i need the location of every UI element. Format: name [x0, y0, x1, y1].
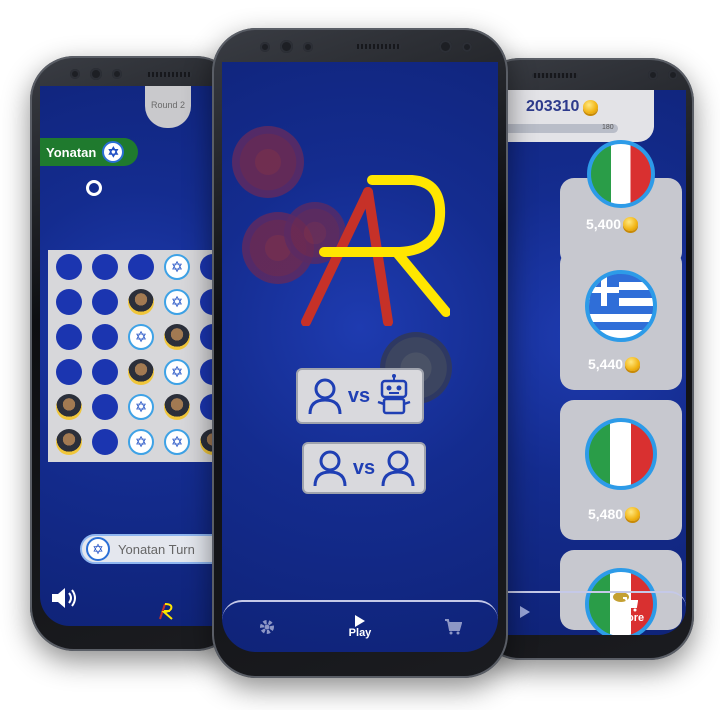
cart-icon [623, 597, 639, 612]
nav-play[interactable] [520, 605, 530, 623]
coin-icon [625, 357, 641, 371]
player-badge: Yonatan ✡ [40, 138, 138, 166]
mode-vs-player-button[interactable]: vs [302, 442, 426, 494]
phone-sensors [70, 68, 226, 80]
menu-screen: AR vs vs [222, 62, 498, 652]
vs-label: vs [347, 384, 371, 407]
board-slot-empty[interactable] [92, 254, 118, 280]
store-card-greece[interactable]: 5,440 [560, 250, 682, 390]
board-slot-empty[interactable] [56, 359, 82, 385]
board-slot-empty[interactable] [92, 394, 118, 420]
speaker-icon[interactable] [50, 586, 80, 610]
store-card-italy[interactable]: 5,480 [560, 400, 682, 540]
board-slot-empty[interactable] [56, 254, 82, 280]
board-piece-israel[interactable]: ✡ [128, 394, 154, 420]
board-piece-israel[interactable]: ✡ [164, 429, 190, 455]
nav-settings[interactable] [258, 618, 276, 636]
board-slot-empty[interactable] [56, 289, 82, 315]
phone-sensors [260, 40, 472, 53]
board-slot-empty[interactable] [92, 289, 118, 315]
play-icon [520, 606, 530, 618]
turn-indicator: ✡ Yonatan Turn [80, 534, 230, 564]
star-of-david-icon: ✡ [102, 141, 125, 163]
board-piece-avatar[interactable] [56, 429, 82, 455]
round-indicator: Round 2 [145, 86, 191, 128]
star-of-david-icon: ✡ [86, 537, 110, 561]
board-piece-israel[interactable]: ✡ [128, 429, 154, 455]
board-piece-israel[interactable]: ✡ [128, 324, 154, 350]
board-piece-avatar[interactable] [128, 289, 154, 315]
progress-max: 180 [602, 124, 614, 131]
game-screen: Round 2 Yonatan ✡ ✡ ✡ ✡ ✡ ✡ ✡ ✡ ✡ Yonatan Turn [40, 86, 240, 626]
turn-marker [86, 180, 102, 196]
vs-label: vs [352, 456, 376, 479]
nav-play-label: Play [348, 627, 372, 639]
board-slot-empty[interactable] [92, 324, 118, 350]
price-label: 5,440 [588, 356, 624, 372]
flag-partial [587, 140, 655, 208]
board-slot-empty[interactable] [56, 324, 82, 350]
nav-store-label: Store [616, 612, 645, 624]
round-label: Round 2 [150, 100, 186, 110]
coin-icon [623, 217, 639, 231]
nav-store[interactable] [444, 619, 462, 635]
app-logo: AR [290, 146, 451, 327]
coin-balance: 203310 [526, 98, 580, 115]
board-piece-avatar[interactable] [164, 394, 190, 420]
price-label: 5,400 [586, 216, 622, 232]
phone-menu: AR vs vs [212, 28, 508, 678]
progress-bar [490, 124, 618, 133]
board-piece-israel[interactable]: ✡ [164, 289, 190, 315]
robot-icon [377, 374, 411, 415]
turn-text: Yonatan Turn [118, 541, 195, 557]
board-piece-israel[interactable]: ✡ [164, 359, 190, 385]
flag-italy [585, 418, 657, 490]
phone-game: Round 2 Yonatan ✡ ✡ ✡ ✡ ✡ ✡ ✡ ✡ ✡ Yonatan Turn [30, 56, 240, 651]
board-piece-israel[interactable]: ✡ [164, 254, 190, 280]
player-name: Yonatan [46, 144, 97, 160]
gear-icon [260, 620, 275, 634]
board-piece-avatar[interactable] [128, 359, 154, 385]
board-piece-avatar[interactable] [164, 324, 190, 350]
cart-icon [444, 619, 462, 635]
user-icon [381, 450, 415, 487]
board-piece-avatar[interactable] [56, 394, 82, 420]
board-slot-empty[interactable] [128, 254, 154, 280]
price-label: 5,480 [588, 506, 624, 522]
user-icon [313, 450, 347, 487]
board-slot-empty[interactable] [92, 359, 118, 385]
mode-vs-computer-button[interactable]: vs [296, 368, 424, 424]
board-slot-empty[interactable] [92, 429, 118, 455]
phone-sensors [532, 70, 678, 80]
main-navbar: Play [222, 600, 498, 652]
flag-greece [585, 270, 657, 342]
nav-store[interactable]: Store [616, 597, 644, 624]
play-icon [354, 615, 365, 627]
phone-store: 203310 180 5,400 5,440 5,480 Store [476, 58, 694, 660]
user-icon [308, 378, 342, 415]
coin-icon [625, 507, 641, 521]
coin-icon [583, 100, 599, 114]
nav-play[interactable]: Play [348, 615, 372, 639]
logo-icon [158, 602, 174, 620]
